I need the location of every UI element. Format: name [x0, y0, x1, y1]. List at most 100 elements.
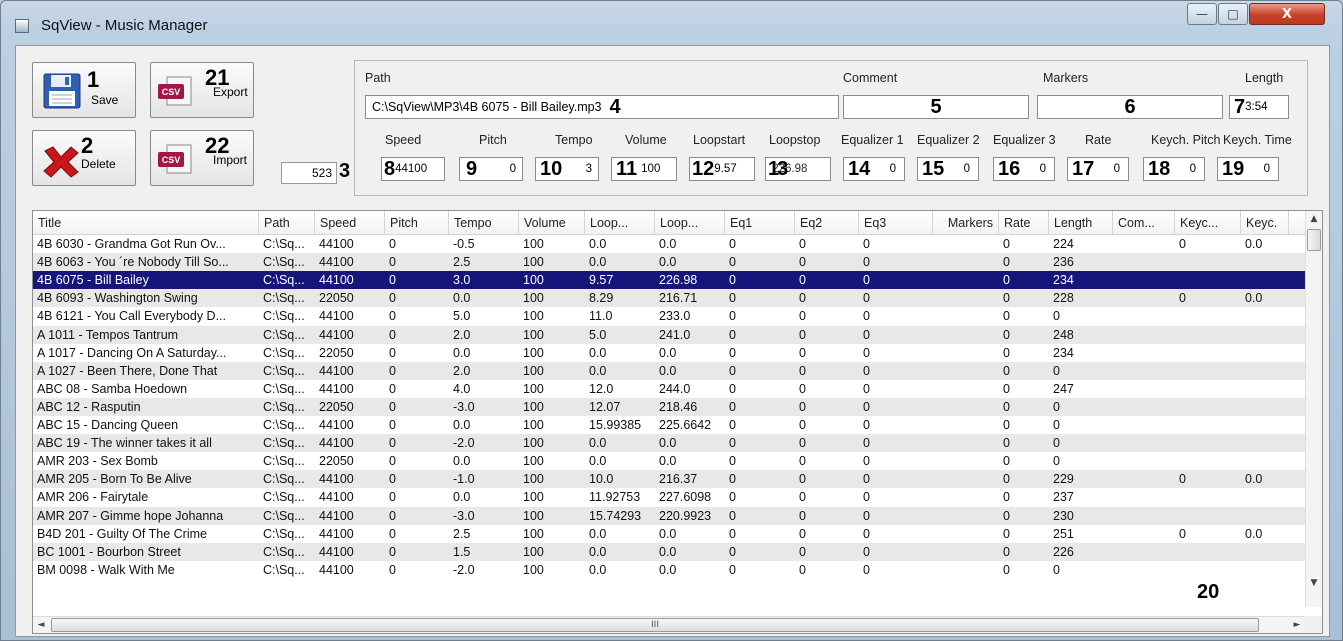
save-button[interactable]: 1 Save — [32, 62, 136, 118]
table-cell: 44100 — [319, 544, 354, 559]
column-header-13[interactable]: Rate — [999, 211, 1049, 235]
table-row[interactable]: 4B 6063 - You ´re Nobody Till So... C:\Sq… — [33, 253, 1309, 272]
column-header-14[interactable]: Length — [1049, 211, 1113, 235]
list-annotation: 20 — [1197, 581, 1220, 603]
table-row[interactable]: ABC 12 - Rasputin C:\Sq... 22050 0 -3.0 100 12… — [33, 397, 1309, 416]
table-row[interactable]: 4B 6093 - Washington Swing C:\Sq... 22050 0… — [33, 289, 1309, 308]
import-button[interactable]: CSV 22 Import — [150, 130, 254, 186]
length-value: 3:54 — [1245, 101, 1268, 113]
column-header-15[interactable]: Com... — [1113, 211, 1175, 235]
table-cell: ABC 12 - Rasputin — [37, 399, 141, 414]
table-row[interactable]: ABC 08 - Samba Hoedown C:\Sq... 44100 0 4.0 1… — [33, 379, 1309, 398]
table-cell: 0 — [729, 544, 736, 559]
table-row[interactable]: BM 0098 - Walk With Me C:\Sq... 44100 0 -2.0… — [33, 560, 1309, 579]
table-row[interactable]: ABC 15 - Dancing Queen C:\Sq... 44100 0 0.0 1… — [33, 416, 1309, 435]
table-row[interactable]: AMR 205 - Born To Be Alive C:\Sq... 44100 0… — [33, 470, 1309, 489]
floppy-disk-icon — [43, 73, 81, 109]
table-cell: 0 — [1053, 418, 1060, 432]
path-field[interactable]: C:\SqView\MP3\4B 6075 - Bill Bailey.mp3 … — [365, 95, 839, 119]
scroll-up-icon[interactable]: ▲ — [1306, 211, 1322, 227]
table-cell — [933, 543, 999, 561]
vertical-scrollbar[interactable]: ▲ ▼ — [1305, 211, 1322, 607]
table-row[interactable]: 4B 6075 - Bill Bailey C:\Sq... 44100 0 3.0 10… — [33, 271, 1309, 290]
vertical-scroll-thumb[interactable] — [1307, 229, 1321, 251]
table-row[interactable]: A 1011 - Tempos Tantrum C:\Sq... 44100 0 2.0… — [33, 325, 1309, 344]
pitch-field[interactable]: 9 0 — [459, 157, 523, 181]
column-header-5[interactable]: Tempo — [449, 211, 519, 235]
loopstart-field[interactable]: 12 9.57 — [689, 157, 755, 181]
scroll-left-icon[interactable]: ◄ — [33, 617, 49, 633]
horizontal-scrollbar[interactable]: ◄ III ► — [33, 616, 1309, 633]
song-count: 523 — [281, 162, 337, 184]
volume-label: Volume — [625, 133, 667, 147]
song-list[interactable]: Title Path Speed Pitch Tempo Volume Loop... Loo… — [32, 210, 1323, 634]
table-row[interactable]: AMR 206 - Fairytale C:\Sq... 44100 0 0.0 100 1… — [33, 488, 1309, 507]
column-header-12[interactable]: Markers — [933, 211, 999, 235]
column-header-9[interactable]: Eq1 — [725, 211, 795, 235]
maximize-button[interactable]: □ — [1218, 3, 1248, 25]
table-row[interactable]: 4B 6030 - Grandma Got Run Ov... C:\Sq... 4… — [33, 235, 1309, 254]
table-row[interactable]: B4D 201 - Guilty Of The Crime C:\Sq... 441… — [33, 524, 1309, 543]
table-cell: 0.0 — [589, 526, 607, 541]
eq3-field[interactable]: 16 0 — [993, 157, 1055, 181]
ktime-field[interactable]: 19 0 — [1217, 157, 1279, 181]
column-header-4[interactable]: Pitch — [385, 211, 449, 235]
song-count-annotation: 3 — [339, 160, 351, 182]
title-bar[interactable]: SqView - Music Manager — □ X — [1, 1, 1342, 45]
column-header-17[interactable]: Keyc. — [1241, 211, 1289, 235]
column-header-10[interactable]: Eq2 — [795, 211, 859, 235]
table-cell: 0 — [799, 363, 806, 378]
column-header-11[interactable]: Eq3 — [859, 211, 933, 235]
markers-field[interactable]: 6 — [1037, 95, 1223, 119]
speed-field[interactable]: 8 44100 — [381, 157, 445, 181]
volume-field[interactable]: 11 100 — [611, 157, 677, 181]
table-cell: 0 — [799, 490, 806, 505]
export-button[interactable]: CSV 21 Export — [150, 62, 254, 118]
tempo-field[interactable]: 10 3 — [535, 157, 599, 181]
table-row[interactable]: BC 1001 - Bourbon Street C:\Sq... 44100 0 1.… — [33, 542, 1309, 561]
table-cell — [1175, 253, 1241, 271]
pitch-label: Pitch — [479, 133, 507, 147]
table-row[interactable]: AMR 203 - Sex Bomb C:\Sq... 22050 0 0.0 100 0.… — [33, 452, 1309, 471]
table-cell: 0 — [1003, 381, 1010, 396]
kpitch-field[interactable]: 18 0 — [1143, 157, 1205, 181]
eq2-field[interactable]: 15 0 — [917, 157, 979, 181]
table-cell: 0 — [729, 291, 736, 306]
table-row[interactable]: A 1027 - Been There, Done That C:\Sq... 44… — [33, 361, 1309, 380]
column-header-8[interactable]: Loop... — [655, 211, 725, 235]
table-row[interactable]: AMR 207 - Gimme hope Johanna C:\Sq... 4410… — [33, 506, 1309, 525]
table-cell: 0 — [1003, 363, 1010, 378]
table-cell: ABC 15 - Dancing Queen — [37, 418, 179, 432]
column-header-3[interactable]: Speed — [315, 211, 385, 235]
table-cell: 247 — [1053, 381, 1074, 396]
scroll-right-icon[interactable]: ► — [1289, 617, 1305, 633]
table-row[interactable]: ABC 19 - The winner takes it all C:\Sq...… — [33, 434, 1309, 453]
column-header-6[interactable]: Volume — [519, 211, 585, 235]
column-header-1[interactable]: Title — [33, 211, 259, 235]
table-cell: 0 — [389, 273, 396, 288]
table-cell — [1113, 452, 1175, 470]
comment-field[interactable]: 5 — [843, 95, 1029, 119]
loopstop-field[interactable]: 13 226.98 — [765, 157, 831, 181]
table-cell — [1241, 434, 1289, 452]
scroll-down-icon[interactable]: ▼ — [1306, 575, 1322, 591]
table-cell — [1241, 326, 1289, 344]
delete-button[interactable]: 2 Delete — [32, 130, 136, 186]
minimize-button[interactable]: — — [1187, 3, 1217, 25]
horizontal-scroll-thumb[interactable]: III — [51, 618, 1259, 632]
table-cell: 0 — [1003, 562, 1010, 577]
column-header-2[interactable]: Path — [259, 211, 315, 235]
table-cell: 15.74293 — [589, 508, 642, 523]
rate-field[interactable]: 17 0 — [1067, 157, 1129, 181]
table-cell — [1113, 307, 1175, 325]
length-field[interactable]: 7 3:54 — [1229, 95, 1289, 119]
column-header-7[interactable]: Loop... — [585, 211, 655, 235]
table-cell: C:\Sq... — [263, 544, 305, 559]
table-cell — [1175, 434, 1241, 452]
column-header-16[interactable]: Keyc... — [1175, 211, 1241, 235]
close-button[interactable]: X — [1249, 3, 1325, 25]
table-row[interactable]: A 1017 - Dancing On A Saturday... C:\Sq..… — [33, 343, 1309, 362]
table-row[interactable]: 4B 6121 - You Call Everybody D... C:\Sq..… — [33, 307, 1309, 326]
eq1-field[interactable]: 14 0 — [843, 157, 905, 181]
table-cell: A 1027 - Been There, Done That — [37, 363, 218, 378]
